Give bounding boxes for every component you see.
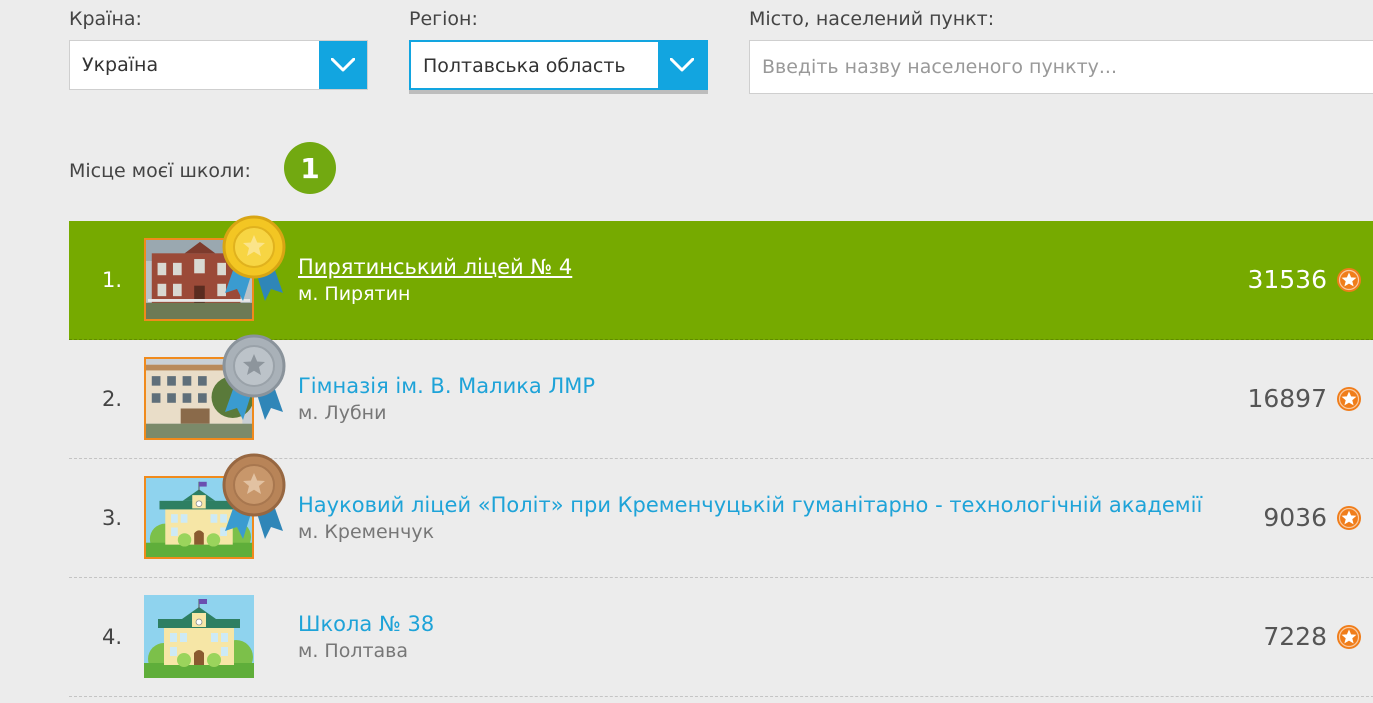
school-name-link[interactable]: Пирятинський ліцей № 4 xyxy=(298,255,572,279)
city-search-input[interactable] xyxy=(749,40,1373,94)
school-rank: 3. xyxy=(102,506,123,530)
school-rank: 1. xyxy=(102,268,123,292)
region-select-value: Полтавська область xyxy=(423,55,626,77)
school-illustration xyxy=(144,595,254,678)
school-name-link[interactable]: Науковий ліцей «Політ» при Кременчуцькій… xyxy=(298,493,1202,517)
country-dropdown-button[interactable] xyxy=(319,41,367,89)
school-score: 16897 xyxy=(1247,384,1327,413)
filter-bar: Країна: Україна Регіон: Полтавська облас… xyxy=(0,0,1373,100)
region-label: Регіон: xyxy=(409,8,478,30)
star-icon xyxy=(1336,505,1362,531)
bronze-medal-icon xyxy=(222,453,286,539)
school-rank: 2. xyxy=(102,387,123,411)
star-icon xyxy=(1336,386,1362,412)
school-score: 7228 xyxy=(1263,622,1327,651)
chevron-down-icon xyxy=(331,58,355,72)
school-city: м. Пирятин xyxy=(298,283,411,305)
silver-medal-icon xyxy=(222,334,286,420)
school-name-link[interactable]: Школа № 38 xyxy=(298,612,434,636)
my-school-rank-label: Місце моєї школи: xyxy=(69,160,251,182)
school-city: м. Лубни xyxy=(298,402,387,424)
school-ranking-list: 1. Пирятинський ліцей № 4 м. Пирятин 315… xyxy=(69,215,1373,697)
school-city: м. Полтава xyxy=(298,640,409,662)
my-school-rank-badge: 1 xyxy=(284,142,336,194)
school-row: 1. Пирятинський ліцей № 4 м. Пирятин 315… xyxy=(69,215,1373,340)
city-label: Місто, населений пункт: xyxy=(749,8,995,30)
star-icon xyxy=(1336,624,1362,650)
school-score: 31536 xyxy=(1247,265,1327,294)
school-photo[interactable] xyxy=(144,595,254,678)
star-icon xyxy=(1336,267,1362,293)
school-row: 3. Науковий ліцей «Політ» при Кременчуць… xyxy=(69,453,1373,578)
region-select[interactable]: Полтавська область xyxy=(409,40,708,90)
country-select[interactable]: Україна xyxy=(69,40,368,90)
gold-medal-icon xyxy=(222,215,286,301)
country-select-value: Україна xyxy=(82,54,159,76)
school-row: 2. Гімназія ім. В. Малика ЛМР м. Лубни 1… xyxy=(69,334,1373,459)
school-score: 9036 xyxy=(1263,503,1327,532)
school-row: 4. Школа № 38 м. Полтава 7228 xyxy=(69,578,1373,697)
school-rank: 4. xyxy=(102,625,123,649)
country-label: Країна: xyxy=(69,8,142,30)
chevron-down-icon xyxy=(670,58,694,72)
school-city: м. Кременчук xyxy=(298,521,435,543)
school-name-link[interactable]: Гімназія ім. В. Малика ЛМР xyxy=(298,374,595,398)
region-dropdown-button[interactable] xyxy=(658,42,706,88)
